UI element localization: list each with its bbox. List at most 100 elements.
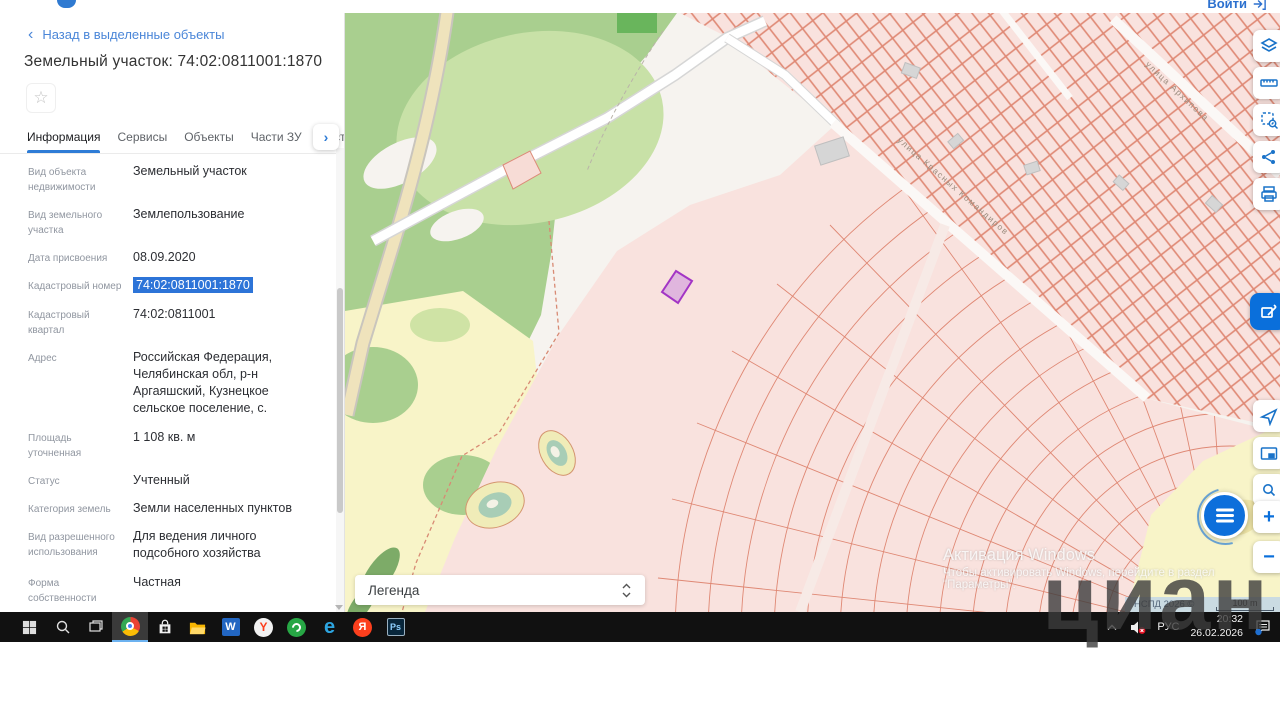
star-icon: ☆ [33, 88, 48, 108]
2gis-icon [287, 618, 306, 637]
print-button[interactable] [1253, 178, 1280, 210]
sidebar-scrollbar[interactable] [336, 148, 344, 612]
yandex-browser-icon: Y [254, 618, 273, 637]
legend-label: Легенда [368, 583, 419, 598]
field-row: Дата присвоения 08.09.2020 [28, 249, 324, 266]
login-label: Войти [1207, 0, 1247, 11]
scale-label: 100 m [1216, 599, 1274, 607]
minus-icon: − [1263, 548, 1275, 566]
tab-bar: Информация Сервисы Объекты Части ЗУ Сост… [0, 121, 344, 154]
task-view-button[interactable] [79, 612, 112, 642]
word-icon: W [222, 618, 240, 636]
taskbar-app-photoshop[interactable]: Ps [379, 612, 412, 642]
map-attribution: НСПД 2026 © 100 m [1125, 597, 1280, 612]
back-chevron-icon: ‹ [28, 29, 33, 41]
attributes-list: Вид объекта недвижимости Земельный участ… [28, 163, 324, 612]
selected-text[interactable]: 74:02:0811001:1870 [133, 277, 253, 293]
volume-muted-icon[interactable] [1129, 620, 1146, 635]
taskbar-apps: W Y e Я Ps [13, 612, 412, 642]
tab-information[interactable]: Информация [27, 121, 100, 153]
search-icon [55, 619, 71, 635]
plus-icon: + [1263, 508, 1275, 526]
draw-tool-button-active[interactable] [1250, 293, 1280, 330]
file-explorer-icon [188, 618, 207, 637]
mini-map-button[interactable] [1253, 437, 1280, 469]
blank-area [0, 642, 1280, 720]
ruler-icon [1259, 73, 1279, 93]
edge-icon: e [324, 617, 335, 637]
clock[interactable]: 20:32 26.02.2026 [1190, 613, 1243, 640]
field-row: Форма собственности Частная [28, 574, 324, 606]
taskbar-app-yandex-browser[interactable]: Y [247, 612, 280, 642]
taskbar-app-chrome[interactable] [112, 612, 148, 642]
taskbar-app-yandex[interactable]: Я [346, 612, 379, 642]
object-info-panel: ‹ Назад в выделенные объекты Земельный у… [0, 13, 345, 612]
taskbar-app-2gis[interactable] [280, 612, 313, 642]
chrome-icon [121, 617, 140, 636]
tray-date: 26.02.2026 [1190, 627, 1243, 641]
tabs-overflow-button[interactable]: › [313, 124, 339, 150]
locate-icon [1259, 406, 1279, 426]
scrollbar-down-arrow[interactable] [335, 605, 343, 610]
windows-logo-icon [22, 620, 37, 635]
share-button[interactable] [1253, 141, 1280, 173]
print-icon [1259, 184, 1279, 204]
draw-tool-icon [1259, 302, 1279, 322]
field-row: Категория земель Земли населенных пункто… [28, 500, 324, 517]
system-tray: РУС 20:32 26.02.2026 [1106, 613, 1280, 640]
field-row: Вид разрешенного использования Для веден… [28, 528, 324, 563]
photoshop-icon: Ps [387, 618, 405, 636]
favorite-button[interactable]: ☆ [26, 83, 56, 113]
tray-time: 20:32 [1190, 613, 1243, 627]
back-link[interactable]: ‹ Назад в выделенные объекты [28, 27, 224, 42]
select-area-icon [1259, 110, 1279, 130]
tab-parts[interactable]: Части ЗУ [251, 121, 302, 153]
scrollbar-thumb[interactable] [337, 288, 343, 513]
field-row: Вид объекта недвижимости Земельный участ… [28, 163, 324, 195]
start-button[interactable] [13, 612, 46, 642]
ruler-button[interactable] [1253, 67, 1280, 99]
taskbar-app-file-explorer[interactable] [181, 612, 214, 642]
zoom-in-button[interactable]: + [1253, 501, 1280, 533]
layers-button[interactable] [1253, 30, 1280, 62]
microsoft-store-icon [156, 618, 174, 636]
field-row: Статус Учтенный [28, 472, 324, 489]
field-row: Кадастровый квартал 74:02:0811001 [28, 306, 324, 338]
attribution-text: НСПД 2026 © [1134, 599, 1194, 610]
field-row: Площадь уточненная 1 108 кв. м [28, 429, 324, 461]
taskbar-app-word[interactable]: W [214, 612, 247, 642]
hidden-icons-chevron[interactable] [1106, 623, 1118, 631]
select-area-button[interactable] [1253, 104, 1280, 136]
action-center-icon[interactable] [1254, 619, 1272, 636]
taskbar-app-edge[interactable]: e [313, 612, 346, 642]
share-icon [1259, 147, 1279, 167]
chevron-up-down-icon [621, 582, 632, 599]
chat-lines-icon [1216, 514, 1234, 516]
page-title: Земельный участок: 74:02:0811001:1870 [24, 53, 322, 71]
chevron-right-icon: › [324, 129, 329, 145]
taskbar-search-button[interactable] [46, 612, 79, 642]
search-area-icon [1259, 480, 1279, 500]
login-button[interactable]: Войти [1207, 0, 1266, 11]
tab-services[interactable]: Сервисы [117, 121, 167, 153]
legend-toggle-button[interactable] [621, 582, 632, 599]
login-arrow-icon [1252, 0, 1266, 11]
legend-bar[interactable]: Легенда [355, 575, 645, 605]
language-indicator[interactable]: РУС [1157, 621, 1179, 633]
tab-objects[interactable]: Объекты [184, 121, 234, 153]
zoom-out-button[interactable]: − [1253, 541, 1280, 573]
yandex-icon: Я [353, 618, 372, 637]
taskbar-app-microsoft-store[interactable] [148, 612, 181, 642]
locate-button[interactable] [1253, 400, 1280, 432]
map-canvas[interactable]: улица Красных Командиров улица Архипова [345, 13, 1280, 612]
app-header: Войти [0, 0, 1280, 13]
chat-fab-button[interactable] [1201, 492, 1248, 539]
mini-map-icon [1259, 443, 1279, 463]
field-row: Адрес Российская Федерация, Челябинская … [28, 349, 324, 418]
nspd-logo [57, 0, 76, 8]
page: Войти ‹ Назад в выделенные объекты Земел… [0, 0, 1280, 720]
scale-bar: 100 m [1216, 599, 1274, 611]
field-row: Вид земельного участка Землепользование [28, 206, 324, 238]
field-row-cadastral-number: Кадастровый номер 74:02:0811001:1870 [28, 277, 324, 294]
windows-taskbar: W Y e Я Ps РУС 20:32 26.02.2026 [0, 612, 1280, 642]
